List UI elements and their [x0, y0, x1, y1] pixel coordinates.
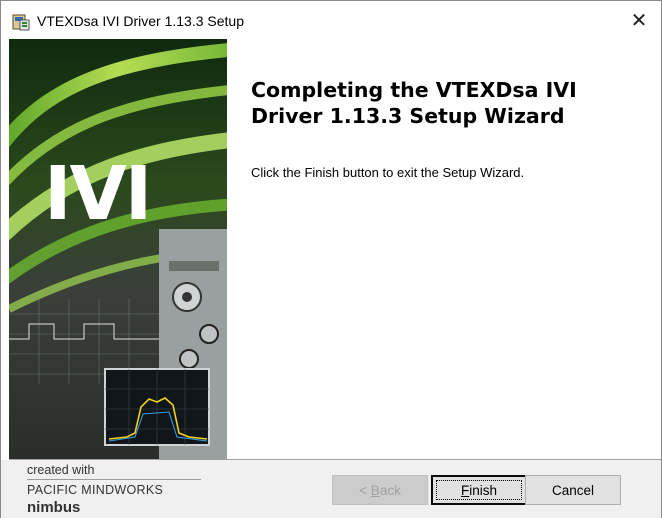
- wizard-banner-image: IVI: [9, 39, 227, 459]
- wizard-description: Click the Finish button to exit the Setu…: [251, 165, 525, 180]
- title-bar: VTEXDsa IVI Driver 1.13.3 Setup ✕: [1, 1, 661, 39]
- window-title: VTEXDsa IVI Driver 1.13.3 Setup: [37, 13, 244, 29]
- finish-button[interactable]: Finish: [431, 475, 527, 505]
- back-button[interactable]: < Back: [332, 475, 428, 505]
- brand-product: nimbus: [27, 499, 81, 516]
- cancel-button-label: Cancel: [551, 482, 595, 498]
- setup-window: VTEXDsa IVI Driver 1.13.3 Setup ✕ IVI Co…: [0, 0, 662, 518]
- close-button[interactable]: ✕: [617, 1, 661, 39]
- back-button-label: < Back: [359, 482, 401, 498]
- cancel-button[interactable]: Cancel: [525, 475, 621, 505]
- brand-created-with: created with: [27, 463, 95, 477]
- ivi-logo-text: IVI: [44, 151, 150, 237]
- close-icon: ✕: [630, 9, 648, 32]
- brand-rule: [27, 479, 201, 480]
- wizard-heading: Completing the VTEXDsa IVI Driver 1.13.3…: [251, 78, 577, 128]
- installer-icon: [11, 12, 31, 32]
- footer-bar: created with PACIFIC MINDWORKS nimbus < …: [1, 460, 661, 518]
- brand-company: PACIFIC MINDWORKS: [27, 483, 164, 497]
- finish-button-label: Finish: [460, 482, 497, 498]
